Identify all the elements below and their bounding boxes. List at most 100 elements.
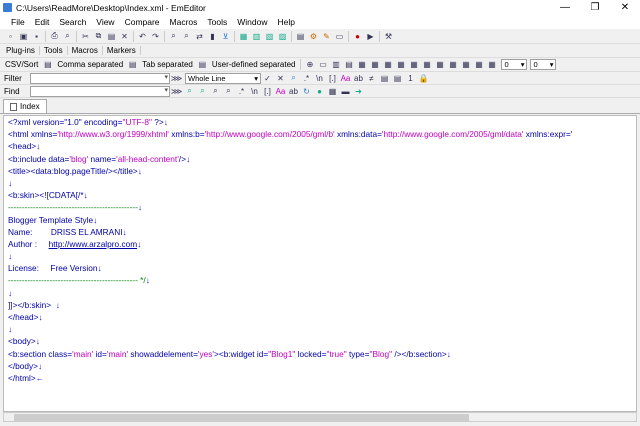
plugin-icon[interactable]: ⚙ (309, 31, 319, 41)
csv-e-icon[interactable]: ▦ (409, 60, 419, 70)
comma-separated-button[interactable]: Comma separated (54, 60, 126, 69)
editor-line[interactable]: Author : http://www.arzalpro.com↓ (4, 238, 636, 250)
csv-i-icon[interactable]: ▦ (461, 60, 471, 70)
layout-icon[interactable]: ▦ (239, 31, 249, 41)
new-file-icon[interactable]: ▫ (6, 31, 16, 41)
config-icon[interactable]: ▤ (296, 31, 306, 41)
outline-icon[interactable]: ▧ (265, 31, 275, 41)
menu-file[interactable]: File (6, 17, 30, 27)
editor-line[interactable]: ↓ (4, 250, 636, 262)
menu-tools[interactable]: Tools (202, 17, 232, 27)
filter-regex-icon[interactable]: .* (302, 73, 312, 83)
editor-line[interactable]: </html>← (4, 372, 636, 384)
filter-adv-icon[interactable]: ▤ (393, 73, 403, 83)
macros-toolbar[interactable]: Macros (68, 46, 103, 55)
menu-window[interactable]: Window (232, 17, 272, 27)
editor-line[interactable]: Name: DRISS EL AMRANI↓ (4, 226, 636, 238)
filter-case-icon[interactable]: Aa (341, 73, 351, 83)
close-button[interactable]: ✕ (610, 0, 640, 15)
columns-icon[interactable]: ▨ (278, 31, 288, 41)
csv-g-icon[interactable]: ▦ (435, 60, 445, 70)
menu-view[interactable]: View (91, 17, 119, 27)
menu-compare[interactable]: Compare (120, 17, 165, 27)
filter-clear-icon[interactable]: ✕ (276, 73, 286, 83)
record-macro-icon[interactable]: ● (353, 31, 363, 41)
filter-num-icon[interactable]: 1 (406, 73, 416, 83)
target-icon[interactable]: ⊕ (305, 60, 315, 70)
filter-neg-icon[interactable]: ≠ (367, 73, 377, 83)
editor-line[interactable]: <?xml version="1.0" encoding="UTF-8" ?>↓ (4, 116, 636, 128)
replace-icon[interactable]: ⇄ (195, 31, 205, 41)
editor-line[interactable]: <head>↓ (4, 140, 636, 152)
find-mark-icon[interactable]: ▬ (341, 86, 351, 96)
filter-search-icon[interactable]: ⌕ (289, 73, 299, 83)
editor-line[interactable]: ]]></b:skin> ↓ (4, 299, 636, 311)
csv-h-icon[interactable]: ▦ (448, 60, 458, 70)
tab-separated-button[interactable]: Tab separated (139, 60, 196, 69)
csv-c-icon[interactable]: ▦ (383, 60, 393, 70)
find-next-icon[interactable]: ⌕ (182, 31, 192, 41)
find-escape-icon[interactable]: \n (250, 86, 260, 96)
filter-word-icon[interactable]: ab (354, 73, 364, 83)
split-icon[interactable]: ▥ (252, 31, 262, 41)
minimize-button[interactable]: — (550, 0, 580, 15)
customize-icon[interactable]: ✎ (322, 31, 332, 41)
editor-line[interactable]: </head>↓ (4, 311, 636, 323)
run-macro-icon[interactable]: ▶ (366, 31, 376, 41)
editor-line[interactable]: <title><data:blog.pageTitle/></title>↓ (4, 165, 636, 177)
plugins-toolbar[interactable]: Plug-ins (2, 46, 40, 55)
find-options-icon[interactable]: ⋙ (171, 86, 182, 96)
csv-select-icon[interactable]: ▭ (318, 60, 328, 70)
filter-options-icon[interactable]: ⋙ (171, 73, 182, 83)
find-case-icon[interactable]: Aa (276, 86, 286, 96)
csv-sort-label[interactable]: CSV/Sort (2, 60, 41, 69)
tools-icon[interactable]: ⚒ (384, 31, 394, 41)
horizontal-scrollbar[interactable] (3, 412, 637, 422)
filter-check-icon[interactable]: ✓ (263, 73, 273, 83)
editor-line[interactable]: <b:section class='main' id='main' showad… (4, 348, 636, 360)
editor-line[interactable]: ----------------------------------------… (4, 274, 636, 286)
editor-line[interactable]: </body>↓ (4, 360, 636, 372)
highlight-icon[interactable]: ▮ (208, 31, 218, 41)
csv-f-icon[interactable]: ▦ (422, 60, 432, 70)
csv-d-icon[interactable]: ▦ (396, 60, 406, 70)
filter-lock-icon[interactable]: 🔒 (419, 73, 429, 83)
csv-a-icon[interactable]: ▦ (357, 60, 367, 70)
open-folder-icon[interactable]: ▣ (19, 31, 29, 41)
editor-line[interactable]: <b:skin><![CDATA[/*↓ (4, 189, 636, 201)
tools-toolbar[interactable]: Tools (40, 46, 68, 55)
find-green-icon[interactable]: ● (315, 86, 325, 96)
print-preview-icon[interactable]: ⌕ (63, 31, 73, 41)
text-editor[interactable]: <?xml version="1.0" encoding="UTF-8" ?>↓… (3, 115, 637, 412)
paste-icon[interactable]: ▤ (107, 31, 117, 41)
find-grid-icon[interactable]: ▦ (328, 86, 338, 96)
filter-bracket-icon[interactable]: [.] (328, 73, 338, 83)
menu-help[interactable]: Help (273, 17, 300, 27)
print-icon[interactable]: ⎙ (50, 31, 60, 41)
markers-toolbar[interactable]: Markers (103, 46, 141, 55)
find-bracket-icon[interactable]: [.] (263, 86, 273, 96)
filter-mode-select[interactable]: Whole Line ▾ (185, 72, 261, 84)
editor-line[interactable]: ↓ (4, 177, 636, 189)
editor-line[interactable]: License: Free Version↓ (4, 262, 636, 274)
editor-line[interactable]: Blogger Template Style↓ (4, 214, 636, 226)
tab-index[interactable]: Index (3, 99, 47, 113)
find-next-green-icon[interactable]: ⌕ (198, 86, 208, 96)
find-icon[interactable]: ⌕ (169, 31, 179, 41)
menu-search[interactable]: Search (54, 17, 91, 27)
find-wrap-icon[interactable]: ↻ (302, 86, 312, 96)
editor-line[interactable]: <body>↓ (4, 335, 636, 347)
window-icon[interactable]: ▭ (335, 31, 345, 41)
scrollbar-thumb[interactable] (14, 414, 469, 421)
csv-j-icon[interactable]: ▦ (474, 60, 484, 70)
redo-icon[interactable]: ↷ (151, 31, 161, 41)
user-defined-separated-button[interactable]: User-defined separated (209, 60, 299, 69)
filter-input[interactable] (30, 72, 170, 84)
menu-macros[interactable]: Macros (165, 17, 203, 27)
delete-icon[interactable]: ✕ (120, 31, 130, 41)
user-sep-icon[interactable]: ▤ (197, 60, 207, 70)
find-regex-icon[interactable]: .* (237, 86, 247, 96)
editor-line[interactable]: ↓ (4, 323, 636, 335)
editor-line[interactable]: ↓ (4, 287, 636, 299)
csv-combo-1[interactable]: 0 ▾ (501, 59, 528, 70)
